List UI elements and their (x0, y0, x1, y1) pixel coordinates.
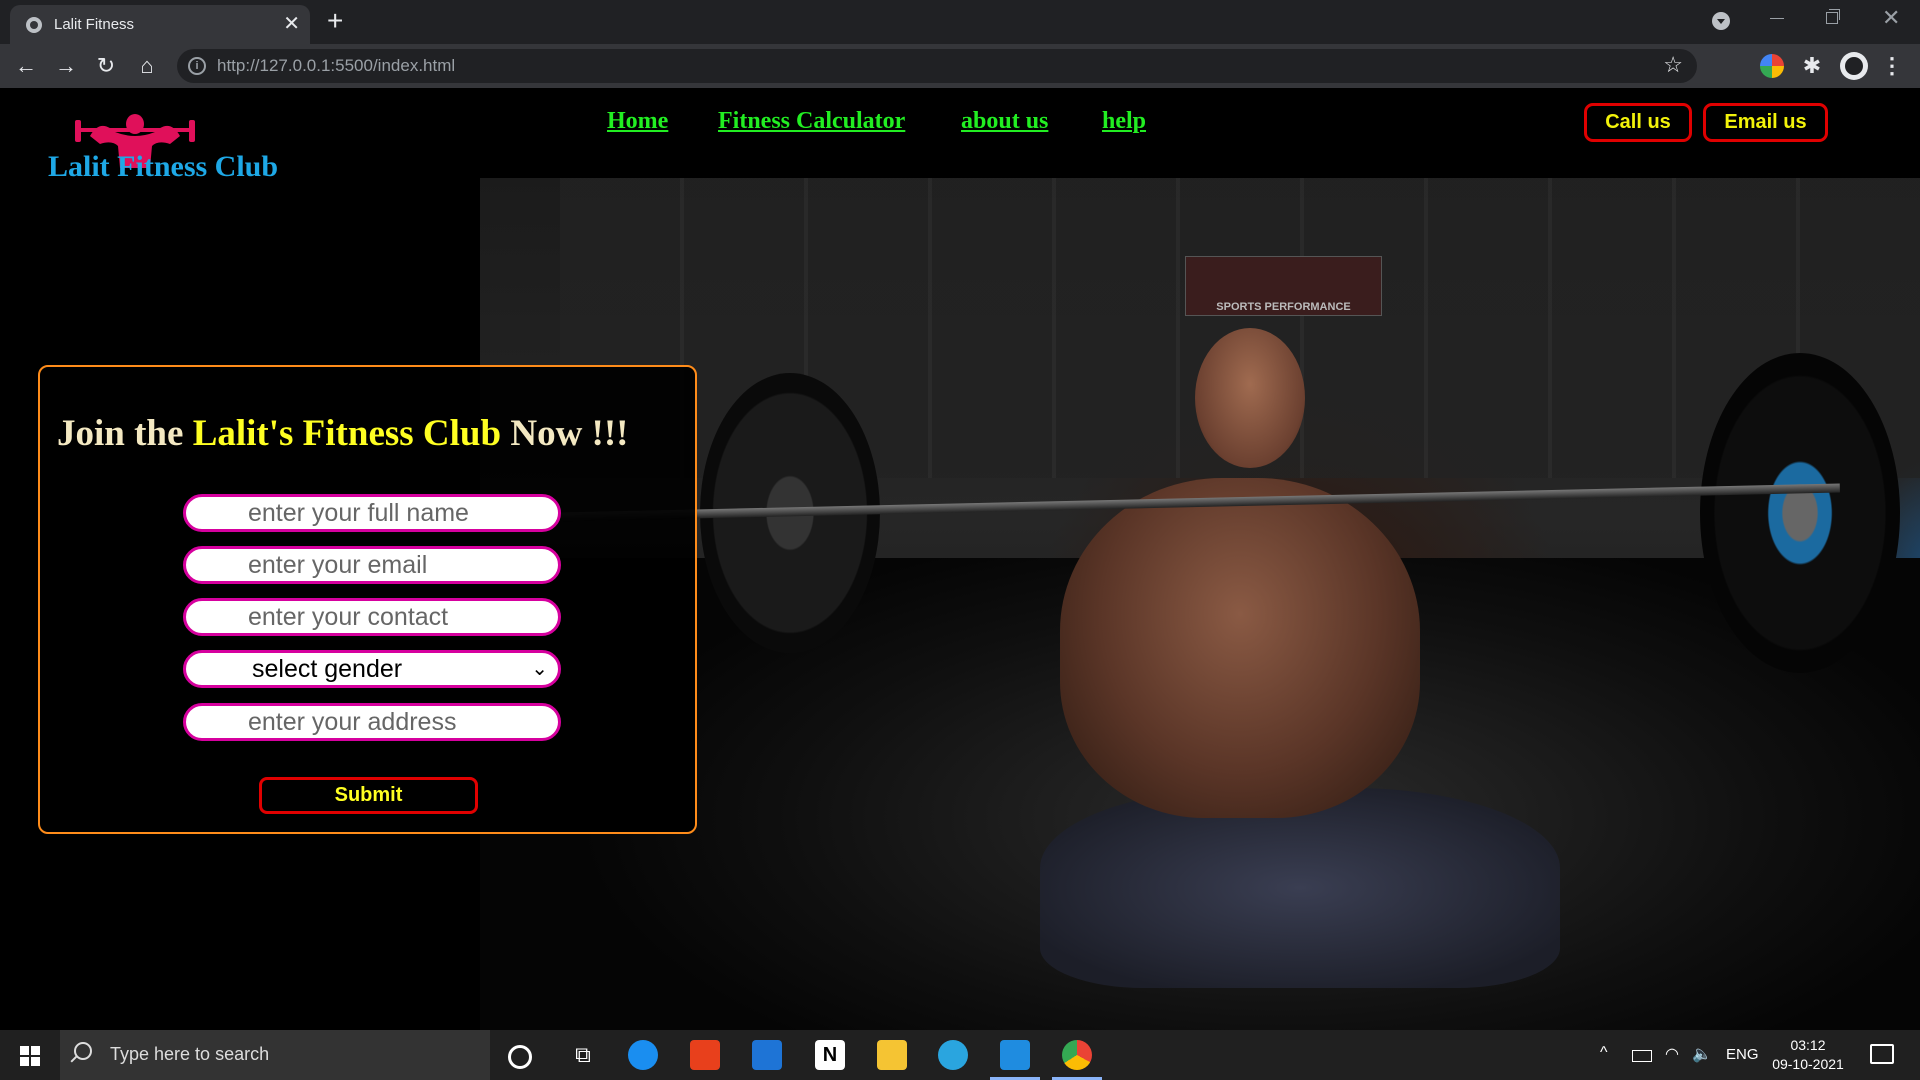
clock-time: 03:12 (1790, 1037, 1826, 1053)
site-info-icon[interactable]: i (188, 57, 206, 75)
start-button[interactable] (0, 1030, 60, 1080)
browser-tab[interactable]: Lalit Fitness ✕ (10, 5, 310, 44)
cortana-icon[interactable] (508, 1045, 532, 1069)
search-icon (74, 1042, 92, 1060)
vscode-app-icon[interactable] (1000, 1040, 1030, 1070)
taskbar-search[interactable]: Type here to search (60, 1030, 490, 1080)
windows-taskbar: Type here to search ⧉ N ^ ◠ 🔈 ENG 03:12 … (0, 1030, 1920, 1080)
contact-input[interactable]: enter your contact (183, 598, 561, 636)
bookmark-star-icon[interactable]: ☆ (1663, 52, 1683, 78)
clock-date: 09-10-2021 (1772, 1056, 1844, 1072)
globe-icon (26, 17, 42, 33)
notion-app-icon[interactable]: N (815, 1040, 845, 1070)
athlete-head-image (1195, 328, 1305, 468)
url-text[interactable]: http://127.0.0.1:5500/index.html (217, 56, 455, 76)
chrome-app-icon[interactable] (1062, 1040, 1092, 1070)
nav-link-about-us[interactable]: about us (961, 108, 1048, 135)
gender-select-value: select gender (252, 655, 403, 683)
weight-plate-right (1700, 353, 1900, 673)
new-tab-button[interactable]: + (327, 6, 343, 36)
gender-select[interactable]: select gender ⌄ (183, 650, 561, 688)
submit-button[interactable]: Submit (259, 777, 478, 814)
minimize-window-icon[interactable] (1770, 18, 1784, 19)
restore-window-icon[interactable] (1826, 9, 1840, 24)
athlete-torso-image (1060, 478, 1420, 818)
taskbar-search-placeholder: Type here to search (110, 1044, 270, 1064)
form-heading-suffix: Now !!! (501, 413, 629, 454)
address-bar[interactable]: i http://127.0.0.1:5500/index.html ☆ (177, 49, 1697, 83)
form-heading-highlight: Lalit's Fitness Club (192, 413, 502, 454)
wifi-icon[interactable]: ◠ (1665, 1044, 1679, 1064)
extensions-puzzle-icon[interactable]: ✱ (1800, 54, 1824, 78)
battery-icon[interactable] (1632, 1050, 1652, 1062)
address-input[interactable]: enter your address (183, 703, 561, 741)
chevron-down-icon: ⌄ (531, 658, 548, 680)
gym-sign: SPORTS PERFORMANCE (1185, 256, 1382, 316)
show-hidden-icons-icon[interactable]: ^ (1600, 1044, 1608, 1062)
file-explorer-icon[interactable] (877, 1040, 907, 1070)
volume-icon[interactable]: 🔈 (1692, 1044, 1712, 1064)
site-name[interactable]: Lalit Fitness Club (48, 150, 278, 184)
email-input[interactable]: enter your email (183, 546, 561, 584)
close-window-icon[interactable]: ✕ (1882, 5, 1900, 31)
browser-tabstrip: Lalit Fitness ✕ + ✕ (0, 0, 1920, 44)
tab-title: Lalit Fitness (54, 16, 135, 33)
call-us-button[interactable]: Call us (1584, 103, 1692, 142)
nav-link-home[interactable]: Home (607, 108, 668, 135)
system-clock[interactable]: 03:12 09-10-2021 (1768, 1036, 1848, 1074)
telegram-app-icon[interactable] (938, 1040, 968, 1070)
browser-toolbar: ← → ↻ ⌂ i http://127.0.0.1:5500/index.ht… (0, 44, 1920, 88)
tab-search-icon[interactable] (1712, 12, 1730, 30)
close-tab-icon[interactable]: ✕ (283, 12, 300, 36)
nav-link-help[interactable]: help (1102, 108, 1146, 135)
page-viewport: SPORTS PERFORMANCE Lalit Fitness Club Ho… (0, 88, 1920, 1030)
home-icon[interactable]: ⌂ (131, 50, 163, 82)
full-name-input[interactable]: enter your full name (183, 494, 561, 532)
reload-icon[interactable]: ↻ (90, 50, 122, 82)
notification-center-icon[interactable] (1870, 1044, 1894, 1064)
back-icon[interactable]: ← (10, 50, 42, 82)
office-app-icon[interactable] (690, 1040, 720, 1070)
athlete-shorts-image (1040, 788, 1560, 988)
color-extension-icon[interactable] (1760, 54, 1784, 78)
forward-icon[interactable]: → (50, 50, 82, 82)
email-us-button[interactable]: Email us (1703, 103, 1828, 142)
mail-app-icon[interactable] (752, 1040, 782, 1070)
language-indicator[interactable]: ENG (1726, 1046, 1759, 1063)
task-view-icon[interactable]: ⧉ (568, 1040, 598, 1070)
windows-logo-icon (20, 1046, 40, 1066)
profile-avatar[interactable] (1840, 52, 1868, 80)
signup-form: Join the Lalit's Fitness Club Now !!! en… (38, 365, 697, 834)
nav-link-fitness-calculator[interactable]: Fitness Calculator (718, 108, 905, 135)
browser-app-icon[interactable] (628, 1040, 658, 1070)
form-heading: Join the Lalit's Fitness Club Now !!! (57, 412, 629, 455)
browser-menu-icon[interactable]: ⋮ (1880, 54, 1904, 78)
form-heading-prefix: Join the (57, 413, 193, 454)
